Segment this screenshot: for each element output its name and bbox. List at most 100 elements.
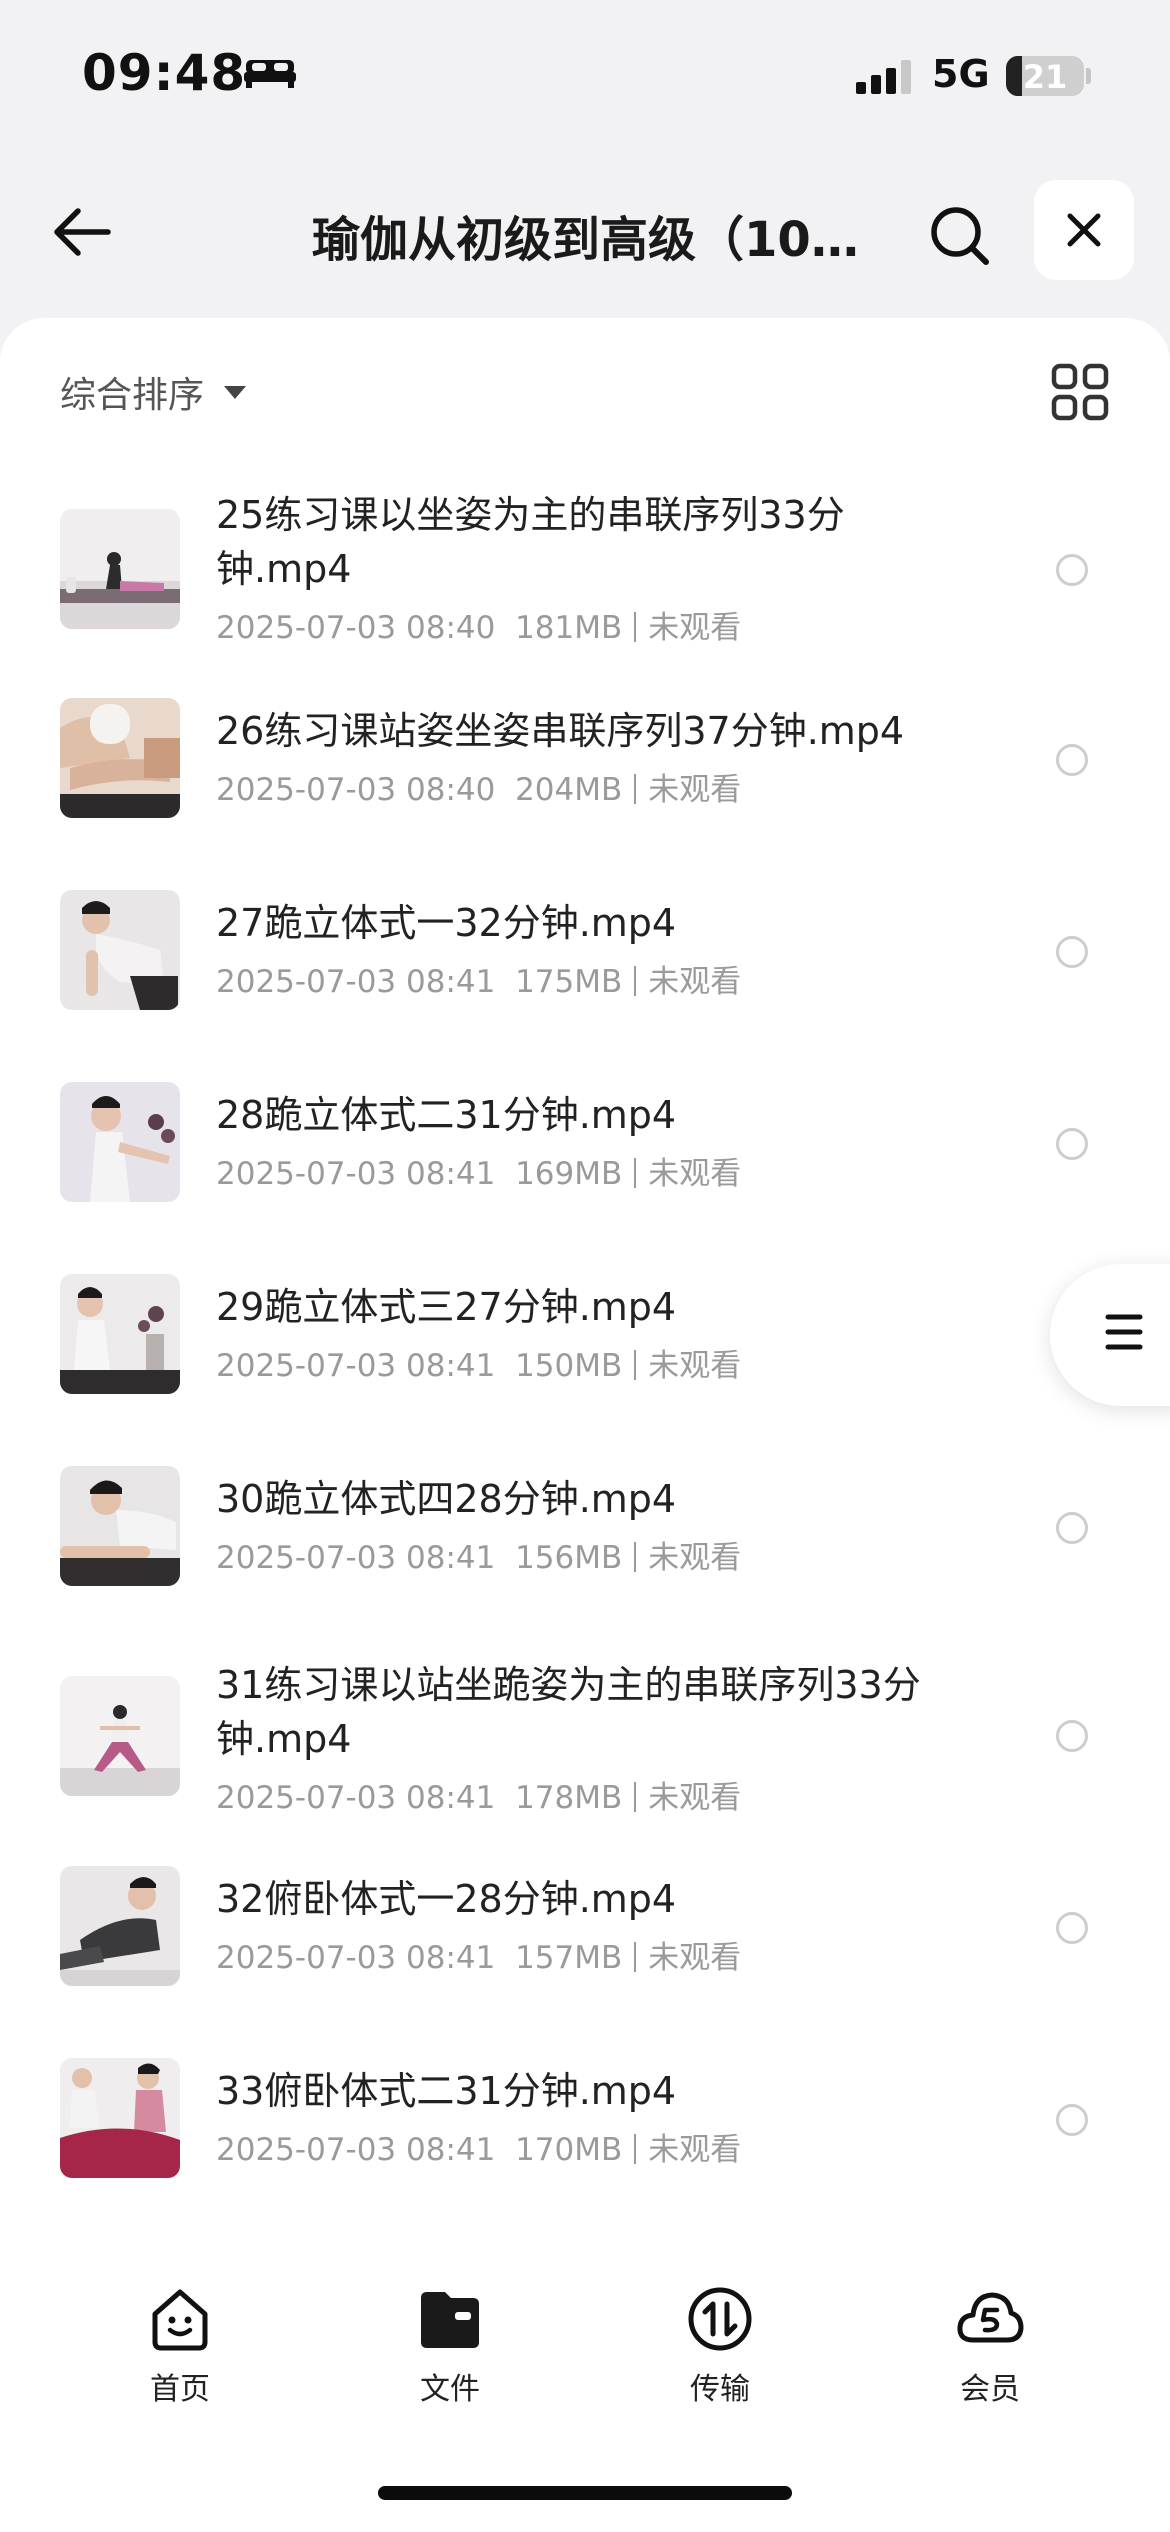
network-label: 5G xyxy=(932,52,990,96)
signal-icon xyxy=(856,60,911,94)
file-date: 2025-07-03 08:41 xyxy=(216,2132,496,2168)
list-item[interactable]: 32俯卧体式一28分钟.mp4 2025-07-03 08:41 157MB 未观… xyxy=(0,1830,1170,2022)
tab-transfer[interactable]: 传输 xyxy=(640,2284,800,2408)
list-item[interactable]: 25练习课以坐姿为主的串联序列33分钟.mp4 2025-07-03 08:40… xyxy=(0,454,1170,662)
back-button[interactable] xyxy=(44,194,120,270)
file-size: 175MB xyxy=(515,964,623,1000)
file-size: 169MB xyxy=(515,1156,623,1192)
file-meta: 2025-07-03 08:41 175MB 未观看 xyxy=(216,956,956,1001)
watch-status: 未观看 xyxy=(648,1940,742,1976)
video-thumbnail xyxy=(60,2058,180,2178)
file-info: 29跪立体式三27分钟.mp4 2025-07-03 08:41 150MB 未观… xyxy=(216,1280,956,1385)
battery-icon: 21 xyxy=(1006,56,1084,96)
file-meta: 2025-07-03 08:41 156MB 未观看 xyxy=(216,1532,956,1577)
list-item[interactable]: 33俯卧体式二31分钟.mp4 2025-07-03 08:41 170MB 未观… xyxy=(0,2022,1170,2214)
status-bar: 09:48 5G 21 xyxy=(0,0,1170,150)
folder-icon xyxy=(421,2292,479,2348)
bottom-nav: 首页 文件 传输 会员 xyxy=(0,2270,1170,2450)
caret-down-icon xyxy=(224,385,247,399)
list-item[interactable]: 31练习课以站坐跪姿为主的串联序列33分钟.mp4 2025-07-03 08:… xyxy=(0,1622,1170,1830)
tab-files-label: 文件 xyxy=(420,2372,480,2407)
select-radio[interactable] xyxy=(1056,744,1088,776)
list-item[interactable]: 30跪立体式四28分钟.mp4 2025-07-03 08:41 156MB 未观… xyxy=(0,1430,1170,1622)
file-info: 25练习课以坐姿为主的串联序列33分钟.mp4 2025-07-03 08:40… xyxy=(216,488,956,647)
watch-status: 未观看 xyxy=(648,1780,742,1816)
file-size: 156MB xyxy=(515,1540,623,1576)
list-item[interactable]: 27跪立体式一32分钟.mp4 2025-07-03 08:41 175MB 未观… xyxy=(0,854,1170,1046)
file-list: 25练习课以坐姿为主的串联序列33分钟.mp4 2025-07-03 08:40… xyxy=(0,454,1170,2214)
select-radio[interactable] xyxy=(1056,936,1088,968)
file-meta: 2025-07-03 08:40 181MB 未观看 xyxy=(216,602,956,647)
list-item[interactable]: 29跪立体式三27分钟.mp4 2025-07-03 08:41 150MB 未观… xyxy=(0,1238,1170,1430)
file-date: 2025-07-03 08:41 xyxy=(216,1156,496,1192)
file-size: 181MB xyxy=(515,610,623,646)
file-name: 25练习课以坐姿为主的串联序列33分钟.mp4 xyxy=(216,493,845,591)
tab-membership-label: 会员 xyxy=(960,2372,1020,2407)
close-button[interactable] xyxy=(1034,180,1134,280)
tab-files[interactable]: 文件 xyxy=(370,2284,530,2408)
file-name: 31练习课以站坐跪姿为主的串联序列33分钟.mp4 xyxy=(216,1663,921,1761)
file-meta: 2025-07-03 08:41 178MB 未观看 xyxy=(216,1772,956,1817)
video-thumbnail xyxy=(60,1466,180,1586)
bed-icon xyxy=(244,60,296,88)
close-icon xyxy=(1067,213,1101,247)
file-name: 26练习课站姿坐姿串联序列37分钟.mp4 xyxy=(216,709,905,753)
file-date: 2025-07-03 08:40 xyxy=(216,610,496,646)
tab-transfer-label: 传输 xyxy=(690,2372,750,2407)
meta-divider xyxy=(634,1542,637,1572)
video-thumbnail xyxy=(60,1274,180,1394)
file-size: 150MB xyxy=(515,1348,623,1384)
meta-divider xyxy=(634,966,637,996)
select-radio[interactable] xyxy=(1056,1128,1088,1160)
home-indicator[interactable] xyxy=(378,2486,792,2500)
file-info: 27跪立体式一32分钟.mp4 2025-07-03 08:41 175MB 未观… xyxy=(216,896,956,1001)
meta-divider xyxy=(634,774,637,804)
video-thumbnail xyxy=(60,509,180,629)
file-name: 28跪立体式二31分钟.mp4 xyxy=(216,1093,677,1137)
file-meta: 2025-07-03 08:41 169MB 未观看 xyxy=(216,1148,956,1193)
file-info: 28跪立体式二31分钟.mp4 2025-07-03 08:41 169MB 未观… xyxy=(216,1088,956,1193)
watch-status: 未观看 xyxy=(648,2132,742,2168)
video-thumbnail xyxy=(60,1082,180,1202)
tab-membership[interactable]: 会员 xyxy=(910,2284,1070,2408)
sort-dropdown[interactable]: 综合排序 xyxy=(60,366,247,418)
file-info: 26练习课站姿坐姿串联序列37分钟.mp4 2025-07-03 08:40 2… xyxy=(216,704,956,809)
file-name: 30跪立体式四28分钟.mp4 xyxy=(216,1477,677,1521)
meta-divider xyxy=(634,1350,637,1380)
select-radio[interactable] xyxy=(1056,554,1088,586)
list-item[interactable]: 28跪立体式二31分钟.mp4 2025-07-03 08:41 169MB 未观… xyxy=(0,1046,1170,1238)
select-radio[interactable] xyxy=(1056,1720,1088,1752)
cloud-s-icon xyxy=(957,2292,1024,2343)
meta-divider xyxy=(634,1782,637,1812)
file-date: 2025-07-03 08:41 xyxy=(216,1540,496,1576)
file-name: 29跪立体式三27分钟.mp4 xyxy=(216,1285,677,1329)
select-radio[interactable] xyxy=(1056,1512,1088,1544)
file-date: 2025-07-03 08:41 xyxy=(216,964,496,1000)
status-time: 09:48 xyxy=(82,44,247,102)
watch-status: 未观看 xyxy=(648,772,742,808)
file-info: 30跪立体式四28分钟.mp4 2025-07-03 08:41 156MB 未观… xyxy=(216,1472,956,1577)
arrow-left-icon xyxy=(54,208,111,256)
header: 瑜伽从初级到高级（10... xyxy=(0,180,1170,280)
search-button[interactable] xyxy=(920,196,1000,276)
battery-level: 21 xyxy=(1022,58,1068,96)
list-item[interactable]: 26练习课站姿坐姿串联序列37分钟.mp4 2025-07-03 08:40 2… xyxy=(0,662,1170,854)
meta-divider xyxy=(634,1158,637,1188)
watch-status: 未观看 xyxy=(648,610,742,646)
file-name: 27跪立体式一32分钟.mp4 xyxy=(216,901,677,945)
video-thumbnail xyxy=(60,1866,180,1986)
file-meta: 2025-07-03 08:41 150MB 未观看 xyxy=(216,1340,956,1385)
meta-divider xyxy=(634,1942,637,1972)
file-list-panel: 综合排序 25练习课以坐姿为主的串联序列33分钟.mp4 2025-07-03 … xyxy=(0,318,1170,2532)
select-radio[interactable] xyxy=(1056,2104,1088,2136)
grid-view-icon[interactable] xyxy=(1050,362,1110,422)
watch-status: 未观看 xyxy=(648,1540,742,1576)
tab-home[interactable]: 首页 xyxy=(100,2284,260,2408)
select-radio[interactable] xyxy=(1056,1912,1088,1944)
tab-home-label: 首页 xyxy=(150,2372,210,2407)
file-name: 32俯卧体式一28分钟.mp4 xyxy=(216,1877,677,1921)
video-thumbnail xyxy=(60,1676,180,1796)
search-icon xyxy=(931,207,989,265)
file-size: 178MB xyxy=(515,1780,623,1816)
watch-status: 未观看 xyxy=(648,1156,742,1192)
